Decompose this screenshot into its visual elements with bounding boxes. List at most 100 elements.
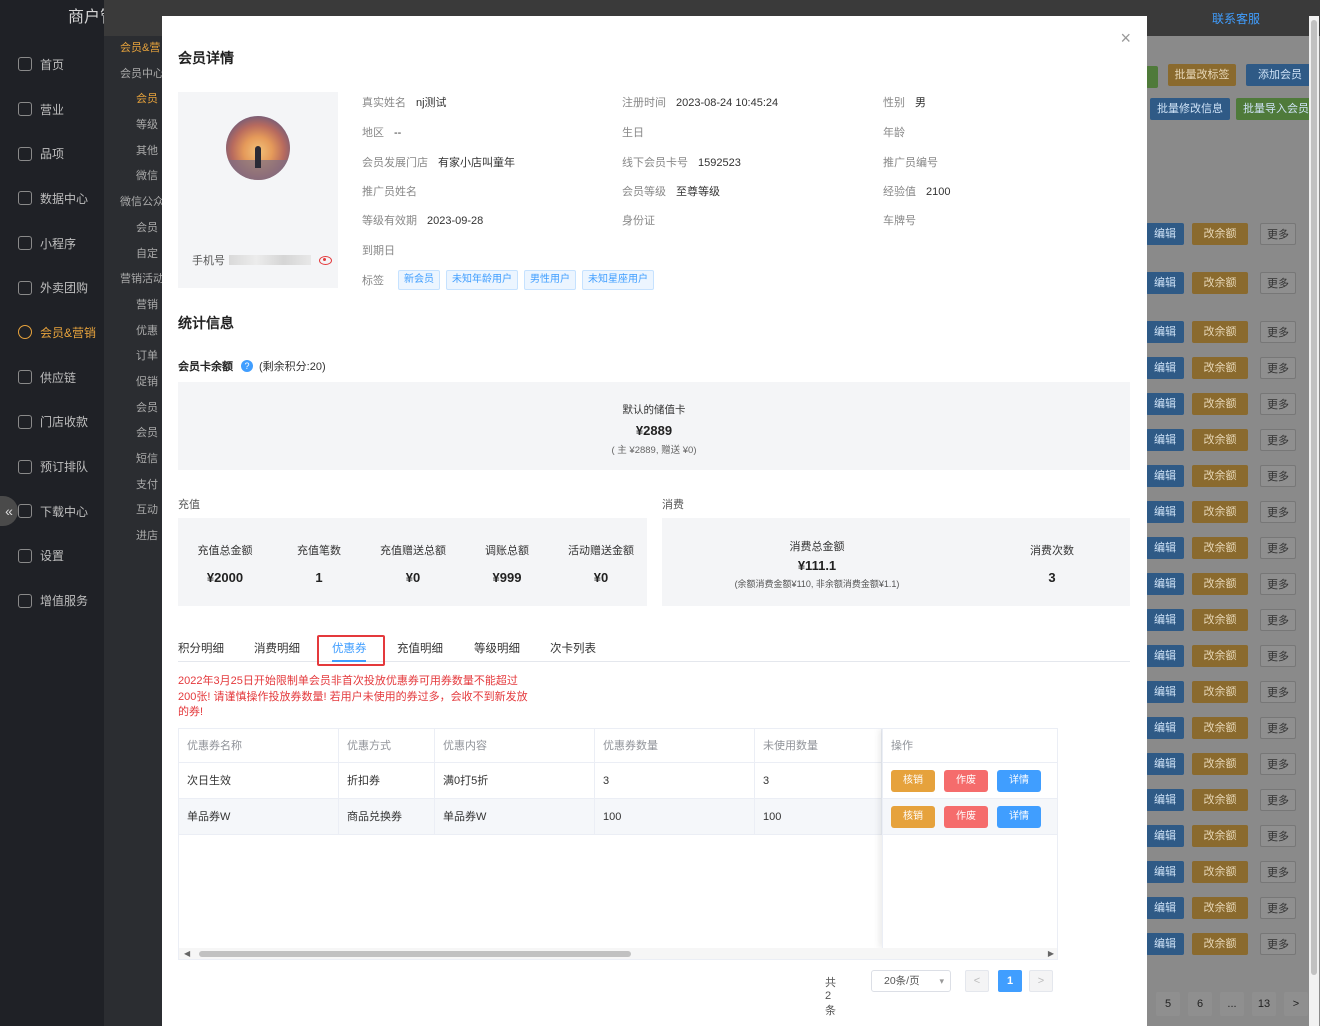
subnav-item[interactable]: 支付: [104, 473, 164, 499]
change-balance-button[interactable]: 改余额: [1192, 681, 1248, 703]
page-size-select[interactable]: 20条/页 ▾: [871, 970, 951, 992]
void-button[interactable]: 作废: [944, 805, 988, 828]
change-balance-button[interactable]: 改余额: [1192, 393, 1248, 415]
edit-button[interactable]: 编辑: [1146, 861, 1184, 883]
change-balance-button[interactable]: 改余额: [1192, 321, 1248, 343]
subnav-item[interactable]: 短信: [104, 447, 164, 473]
change-balance-button[interactable]: 改余额: [1192, 501, 1248, 523]
tab-5[interactable]: 次卡列表: [550, 640, 596, 656]
more-button[interactable]: 更多: [1260, 753, 1296, 775]
sidebar-item[interactable]: 供应链: [0, 355, 104, 400]
subnav-item[interactable]: 自定: [104, 242, 164, 268]
subnav-item[interactable]: 优惠: [104, 319, 164, 345]
sidebar-item[interactable]: 营业: [0, 87, 104, 132]
subnav-item[interactable]: 会员: [104, 216, 164, 242]
sidebar-item[interactable]: 设置: [0, 534, 104, 579]
edit-button[interactable]: 编辑: [1146, 609, 1184, 631]
edit-button[interactable]: 编辑: [1146, 272, 1184, 294]
detail-button[interactable]: 详情: [997, 805, 1041, 828]
more-button[interactable]: 更多: [1260, 609, 1296, 631]
subnav-item[interactable]: 进店: [104, 524, 164, 550]
change-balance-button[interactable]: 改余额: [1192, 717, 1248, 739]
more-button[interactable]: 更多: [1260, 321, 1296, 343]
tab-3[interactable]: 充值明细: [397, 640, 443, 656]
bg-toolbar-button[interactable]: 批量改标签: [1168, 64, 1236, 86]
sidebar-item[interactable]: 首页: [0, 42, 104, 87]
more-button[interactable]: 更多: [1260, 825, 1296, 847]
bg-toolbar-button[interactable]: 批量导入会员: [1236, 98, 1316, 120]
subnav-item[interactable]: 营销: [104, 293, 164, 319]
sidebar-item[interactable]: 小程序: [0, 221, 104, 266]
more-button[interactable]: 更多: [1260, 681, 1296, 703]
edit-button[interactable]: 编辑: [1146, 537, 1184, 559]
change-balance-button[interactable]: 改余额: [1192, 223, 1248, 245]
more-button[interactable]: 更多: [1260, 393, 1296, 415]
more-button[interactable]: 更多: [1260, 272, 1296, 294]
help-icon[interactable]: ?: [241, 360, 253, 372]
more-button[interactable]: 更多: [1260, 861, 1296, 883]
scroll-left-icon[interactable]: ◀: [184, 948, 190, 959]
change-balance-button[interactable]: 改余额: [1192, 429, 1248, 451]
verify-button[interactable]: 核销: [891, 805, 935, 828]
edit-button[interactable]: 编辑: [1146, 573, 1184, 595]
sidebar-item[interactable]: 品项: [0, 131, 104, 176]
bg-toolbar-button[interactable]: 批量修改信息: [1150, 98, 1230, 120]
edit-button[interactable]: 编辑: [1146, 825, 1184, 847]
page-scrollbar-thumb[interactable]: [1311, 20, 1317, 975]
change-balance-button[interactable]: 改余额: [1192, 789, 1248, 811]
eye-icon[interactable]: [319, 255, 332, 265]
change-balance-button[interactable]: 改余额: [1192, 645, 1248, 667]
more-button[interactable]: 更多: [1260, 933, 1296, 955]
verify-button[interactable]: 核销: [891, 769, 935, 792]
void-button[interactable]: 作废: [944, 769, 988, 792]
current-page[interactable]: 1: [998, 970, 1022, 992]
horizontal-scrollbar[interactable]: ◀ ▶: [179, 948, 1057, 959]
sidebar-item[interactable]: 增值服务: [0, 578, 104, 623]
edit-button[interactable]: 编辑: [1146, 717, 1184, 739]
change-balance-button[interactable]: 改余额: [1192, 609, 1248, 631]
prev-page-button[interactable]: <: [965, 970, 989, 992]
bg-page-button[interactable]: ...: [1220, 992, 1244, 1016]
close-dialog-button[interactable]: ×: [1120, 28, 1131, 49]
change-balance-button[interactable]: 改余额: [1192, 861, 1248, 883]
sidebar-item[interactable]: 预订排队: [0, 444, 104, 489]
change-balance-button[interactable]: 改余额: [1192, 933, 1248, 955]
more-button[interactable]: 更多: [1260, 501, 1296, 523]
change-balance-button[interactable]: 改余额: [1192, 825, 1248, 847]
change-balance-button[interactable]: 改余额: [1192, 537, 1248, 559]
more-button[interactable]: 更多: [1260, 573, 1296, 595]
edit-button[interactable]: 编辑: [1146, 897, 1184, 919]
more-button[interactable]: 更多: [1260, 223, 1296, 245]
edit-button[interactable]: 编辑: [1146, 933, 1184, 955]
subnav-item[interactable]: 订单: [104, 344, 164, 370]
more-button[interactable]: 更多: [1260, 357, 1296, 379]
edit-button[interactable]: 编辑: [1146, 429, 1184, 451]
change-balance-button[interactable]: 改余额: [1192, 272, 1248, 294]
tab-1[interactable]: 消费明细: [254, 640, 300, 656]
subnav-item[interactable]: 微信: [104, 164, 164, 190]
edit-button[interactable]: 编辑: [1146, 321, 1184, 343]
change-balance-button[interactable]: 改余额: [1192, 753, 1248, 775]
edit-button[interactable]: 编辑: [1146, 393, 1184, 415]
more-button[interactable]: 更多: [1260, 897, 1296, 919]
edit-button[interactable]: 编辑: [1146, 789, 1184, 811]
bg-page-button[interactable]: 13: [1252, 992, 1276, 1016]
edit-button[interactable]: 编辑: [1146, 501, 1184, 523]
contact-service-link[interactable]: 联系客服: [1212, 10, 1260, 27]
edit-button[interactable]: 编辑: [1146, 681, 1184, 703]
scroll-right-icon[interactable]: ▶: [1048, 948, 1054, 959]
edit-button[interactable]: 编辑: [1146, 645, 1184, 667]
detail-button[interactable]: 详情: [997, 769, 1041, 792]
bg-page-button[interactable]: 5: [1156, 992, 1180, 1016]
sidebar-item[interactable]: 数据中心: [0, 176, 104, 221]
subnav-item[interactable]: 促销: [104, 370, 164, 396]
bg-toolbar-button[interactable]: 添加会员: [1246, 64, 1314, 86]
next-page-button[interactable]: >: [1029, 970, 1053, 992]
change-balance-button[interactable]: 改余额: [1192, 897, 1248, 919]
page-scrollbar[interactable]: [1309, 16, 1319, 1026]
more-button[interactable]: 更多: [1260, 465, 1296, 487]
edit-button[interactable]: 编辑: [1146, 753, 1184, 775]
tab-0[interactable]: 积分明细: [178, 640, 224, 656]
bg-page-button[interactable]: 6: [1188, 992, 1212, 1016]
change-balance-button[interactable]: 改余额: [1192, 465, 1248, 487]
